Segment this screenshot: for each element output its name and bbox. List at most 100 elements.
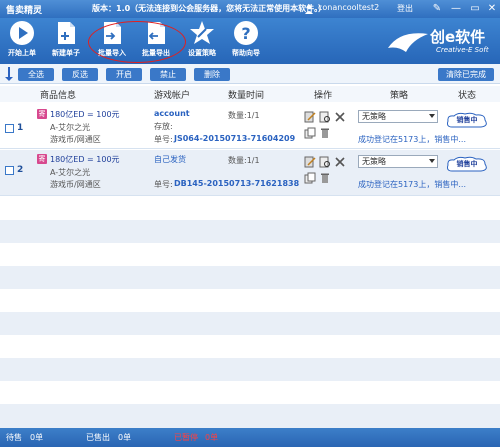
select-all-button[interactable]: 全选 <box>18 68 54 81</box>
close-icon[interactable]: ✕ <box>485 2 499 16</box>
minimize-icon[interactable]: — <box>449 2 463 16</box>
title-bar: 售卖精灵 版本：1.0（无法连接到公会服务器，您将无法正常使用本软件。） con… <box>0 0 500 18</box>
header-account: 游戏帐户 <box>154 91 191 101</box>
start-button[interactable]: 开启 <box>106 68 142 81</box>
status-bar: 待售 0单 已售出 0单 已暂停 0单 <box>0 428 500 447</box>
product-price: 180亿ED = 100元 <box>50 110 120 119</box>
delete-button[interactable]: 删除 <box>194 68 230 81</box>
clear-completed-button[interactable]: 清除已完成 <box>438 68 494 81</box>
restore-icon[interactable]: ▭ <box>468 2 482 16</box>
set-strategy-button[interactable]: 设置策略 <box>180 20 224 62</box>
strategy-value: 无策略 <box>362 112 386 121</box>
status-text: 销售中 <box>456 116 478 124</box>
order-label: 单号: <box>154 180 173 189</box>
header-ops: 操作 <box>314 91 333 101</box>
empty-row <box>0 381 500 404</box>
bird-logo-icon <box>388 33 428 52</box>
table-header: 商品信息 游戏帐户 数量时间 操作 策略 状态 <box>0 86 500 102</box>
brand-subtitle: Creative-E Soft <box>436 46 489 54</box>
strategy-icon <box>190 21 214 44</box>
brand-logo: 创e软件 Creative-E Soft <box>386 24 496 60</box>
copy-icon[interactable] <box>304 127 316 139</box>
help-icon: ? <box>234 21 258 45</box>
down-arrow-icon <box>5 67 13 81</box>
status-badge: 销售中 <box>446 156 488 173</box>
account-storage: 存放: <box>154 122 173 131</box>
row-checkbox[interactable] <box>5 124 14 133</box>
order-label: 单号: <box>154 135 173 144</box>
product-price: 180亿ED = 100元 <box>50 155 120 164</box>
table-row[interactable]: 1 寄 180亿ED = 100元 A-艾尔之光 游戏币/网通区 account… <box>0 103 500 149</box>
header-status: 状态 <box>458 91 477 101</box>
help-wizard-button[interactable]: ? 帮助向导 <box>224 20 268 62</box>
view-doc-icon[interactable] <box>319 111 331 123</box>
chevron-down-icon <box>429 114 435 118</box>
user-icon <box>305 4 313 14</box>
set-strategy-label: 设置策略 <box>188 49 216 57</box>
empty-row <box>0 312 500 335</box>
empty-row <box>0 335 500 358</box>
product-category: 游戏币/网通区 <box>50 135 101 144</box>
edit-icon[interactable] <box>304 156 316 168</box>
trash-icon[interactable] <box>319 127 331 139</box>
empty-row <box>0 220 500 243</box>
empty-row <box>0 266 500 289</box>
header-product: 商品信息 <box>40 91 77 101</box>
product-server: A-艾尔之光 <box>50 123 91 132</box>
account-name[interactable]: account <box>154 109 190 118</box>
start-listing-button[interactable]: 开始上单 <box>0 20 44 62</box>
edit-icon[interactable] <box>304 111 316 123</box>
version-text: 版本：1.0（无法连接到公会服务器，您将无法正常使用本软件。） <box>92 4 327 13</box>
paused-label: 已暂停 <box>174 433 198 442</box>
logout-link[interactable]: 登出 <box>397 3 413 14</box>
empty-row <box>0 197 500 220</box>
product-category: 游戏币/网通区 <box>50 180 101 189</box>
header-quantity: 数量时间 <box>228 91 265 101</box>
strategy-value: 无策略 <box>362 157 386 166</box>
new-doc-icon <box>58 22 75 44</box>
strategy-dropdown[interactable]: 无策略 <box>358 155 438 168</box>
sold-count: 0单 <box>118 433 132 442</box>
consign-badge: 寄 <box>37 109 47 119</box>
product-server: A-艾尔之光 <box>50 168 91 177</box>
sold-label: 已售出 <box>86 433 110 442</box>
invert-selection-button[interactable]: 反选 <box>62 68 98 81</box>
paused-count: 0单 <box>205 433 219 442</box>
copy-icon[interactable] <box>304 172 316 184</box>
settings-icon[interactable]: ✎ <box>430 2 444 16</box>
action-bar: 全选 反选 开启 禁止 删除 清除已完成 <box>0 64 500 84</box>
highlight-ellipse <box>88 21 186 63</box>
username: conancooltest2 <box>318 3 380 12</box>
sync-status: 成功登记在5173上，销售中... <box>358 180 466 189</box>
new-order-label: 新建单子 <box>52 49 80 57</box>
account-name[interactable]: 自己发货 <box>154 154 186 165</box>
new-order-button[interactable]: 新建单子 <box>44 20 88 62</box>
row-index: 2 <box>17 165 24 175</box>
start-listing-label: 开始上单 <box>8 49 36 57</box>
consign-badge: 寄 <box>37 154 47 164</box>
sync-status: 成功登记在5173上，销售中... <box>358 135 466 144</box>
empty-row <box>0 404 500 428</box>
trash-icon[interactable] <box>319 172 331 184</box>
brand-name: 创e软件 <box>430 28 486 46</box>
status-badge: 销售中 <box>446 112 488 129</box>
empty-row <box>0 243 500 266</box>
strategy-dropdown[interactable]: 无策略 <box>358 110 438 123</box>
cancel-x-icon[interactable] <box>334 111 346 123</box>
empty-row <box>0 289 500 312</box>
status-text: 销售中 <box>456 160 478 168</box>
chevron-down-icon <box>429 159 435 163</box>
quantity-text: 数量:1/1 <box>228 111 260 120</box>
app-title: 售卖精灵 <box>6 6 43 16</box>
play-icon <box>10 21 34 45</box>
table-row[interactable]: 2 寄 180亿ED = 100元 A-艾尔之光 游戏币/网通区 自己发货 单号… <box>0 150 500 196</box>
row-checkbox[interactable] <box>5 166 14 175</box>
pending-count: 0单 <box>30 433 44 442</box>
svg-text:?: ? <box>241 24 250 43</box>
cancel-x-icon[interactable] <box>334 156 346 168</box>
disable-button[interactable]: 禁止 <box>150 68 186 81</box>
view-doc-icon[interactable] <box>319 156 331 168</box>
row-index: 1 <box>17 123 24 133</box>
order-number: DB145-20150713-71621838 <box>174 179 300 188</box>
pending-label: 待售 <box>6 433 22 442</box>
